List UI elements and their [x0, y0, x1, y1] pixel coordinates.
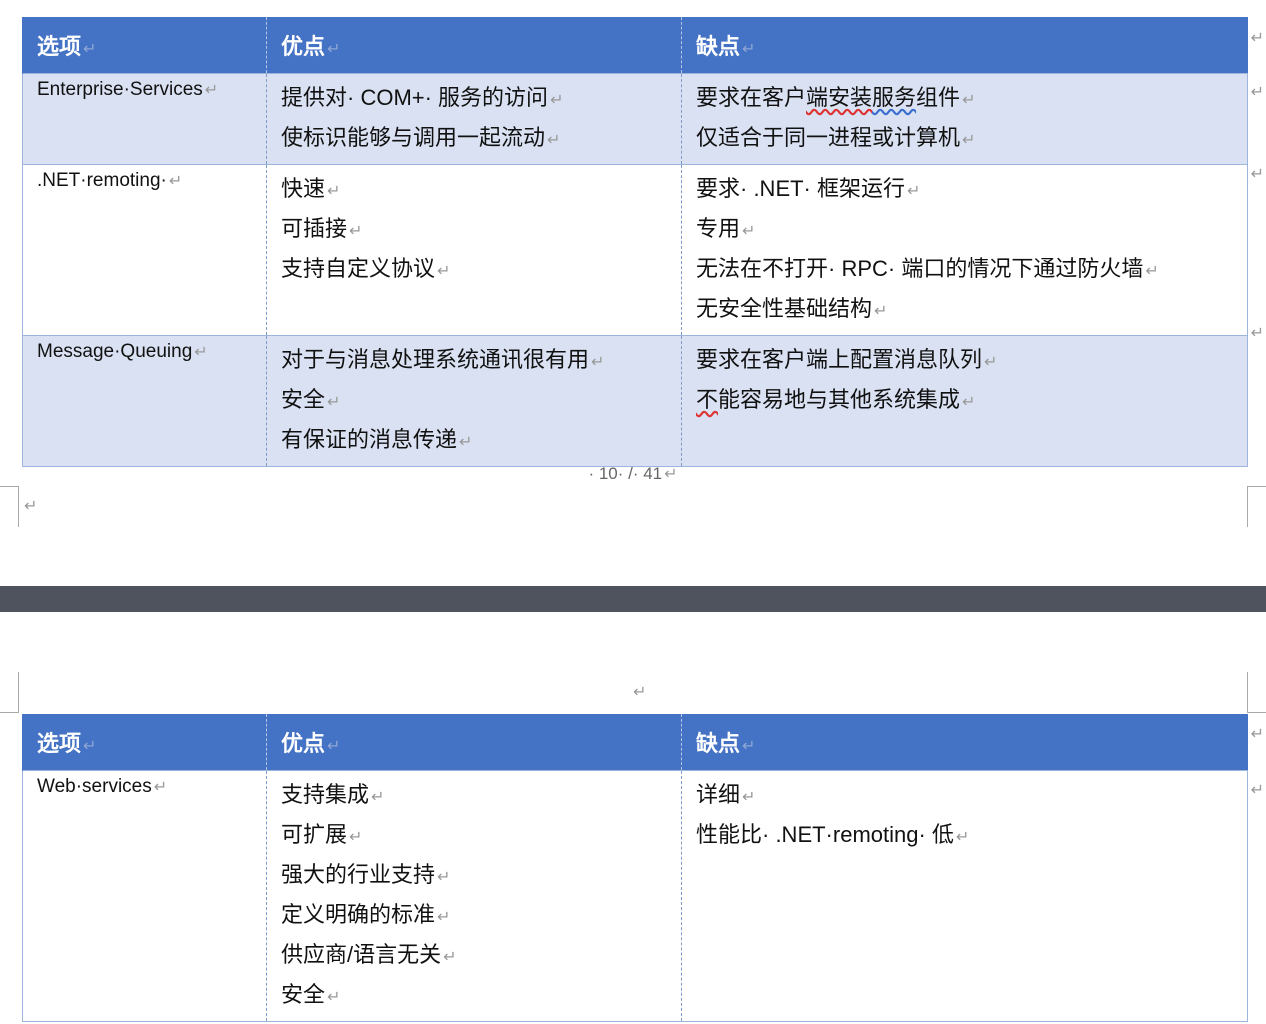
grammar-squiggle: 服务: [872, 84, 917, 110]
pros-cell[interactable]: 快速 ↵ 可插接 ↵ 支持自定义协议 ↵: [266, 163, 682, 336]
cons-cell[interactable]: 详细 ↵ 性能比· .NET·remoting· 低 ↵: [681, 769, 1248, 1022]
comparison-table-1: 选项 ↵ 优点 ↵ 缺点 ↵ Enterprise·Services ↵ 提供对· CO…: [22, 17, 1248, 467]
option-cell[interactable]: Web·services ↵: [22, 769, 267, 1022]
option-cell[interactable]: .NET·remoting· ↵: [22, 163, 267, 336]
margin-corner-top-right: [1247, 672, 1266, 713]
row-end-mark: ↵: [1250, 30, 1264, 47]
cons-cell[interactable]: 要求在客户端上配置消息队列 ↵ 不能容易地与其他系统集成 ↵: [681, 334, 1248, 467]
header-cons[interactable]: 缺点 ↵: [681, 17, 1248, 73]
spelling-squiggle: 端安装: [806, 84, 873, 110]
header-pros[interactable]: 优点 ↵: [266, 17, 682, 73]
cons-cell[interactable]: 要求· .NET· 框架运行 ↵ 专用 ↵ 无法在不打开· RPC· 端口的情况下通…: [681, 163, 1248, 336]
cons-cell[interactable]: 要求在客户端安装服务组件 ↵ 仅适合于同一进程或计算机 ↵: [681, 72, 1248, 165]
margin-corner-bottom-left: [0, 486, 19, 527]
header-option[interactable]: 选项 ↵: [22, 714, 267, 770]
document-page-10: 选项 ↵ 优点 ↵ 缺点 ↵ Enterprise·Services ↵ 提供对· CO…: [0, 0, 1266, 586]
margin-corner-top-left: [0, 672, 19, 713]
table-row: .NET·remoting· ↵ 快速 ↵ 可插接 ↵ 支持自定义协议 ↵ 要求· .N…: [22, 163, 1248, 336]
header-pros[interactable]: 优点 ↵: [266, 714, 682, 770]
comparison-table-2: 选项 ↵ 优点 ↵ 缺点 ↵ Web·services ↵ 支持集成 ↵ 可扩展 ↵ 强大的…: [22, 714, 1248, 1022]
page-gap: [0, 586, 1266, 612]
pros-cell[interactable]: 对于与消息处理系统通讯很有用 ↵ 安全 ↵ 有保证的消息传递 ↵: [266, 334, 682, 467]
pros-cell[interactable]: 提供对· COM+· 服务的访问 ↵ 使标识能够与调用一起流动 ↵: [266, 72, 682, 165]
table-header-row: 选项 ↵ 优点 ↵ 缺点 ↵: [22, 17, 1248, 73]
row-end-mark: ↵: [1250, 325, 1264, 342]
header-cons[interactable]: 缺点 ↵: [681, 714, 1248, 770]
table-row: Message·Queuing ↵ 对于与消息处理系统通讯很有用 ↵ 安全 ↵ 有保证…: [22, 334, 1248, 467]
option-cell[interactable]: Enterprise·Services ↵: [22, 72, 267, 165]
option-cell[interactable]: Message·Queuing ↵: [22, 334, 267, 467]
table-row: Enterprise·Services ↵ 提供对· COM+· 服务的访问 ↵ 使…: [22, 72, 1248, 165]
row-end-mark: ↵: [1250, 166, 1264, 183]
empty-paragraph-mark: ↵: [633, 684, 647, 701]
spelling-squiggle: 不: [696, 386, 719, 412]
row-end-mark: ↵: [1250, 782, 1264, 799]
margin-corner-bottom-right: [1247, 486, 1266, 527]
table-row: Web·services ↵ 支持集成 ↵ 可扩展 ↵ 强大的行业支持 ↵ 定义明确的标…: [22, 769, 1248, 1022]
table-header-row: 选项 ↵ 优点 ↵ 缺点 ↵: [22, 714, 1248, 770]
row-end-mark: ↵: [1250, 726, 1264, 743]
page-number: · 10· /· 41 ↵: [588, 464, 678, 483]
row-end-mark: ↵: [1250, 84, 1264, 101]
document-page-11: ↵ 选项 ↵ 优点 ↵ 缺点 ↵ Web·services ↵ 支持集成 ↵ 可扩展 ↵ 强…: [0, 612, 1266, 1024]
pros-cell[interactable]: 支持集成 ↵ 可扩展 ↵ 强大的行业支持 ↵ 定义明确的标准 ↵ 供应商/语言无关 ↵ 安…: [266, 769, 682, 1022]
empty-paragraph-mark: ↵: [24, 498, 38, 515]
header-option[interactable]: 选项 ↵: [22, 17, 267, 73]
